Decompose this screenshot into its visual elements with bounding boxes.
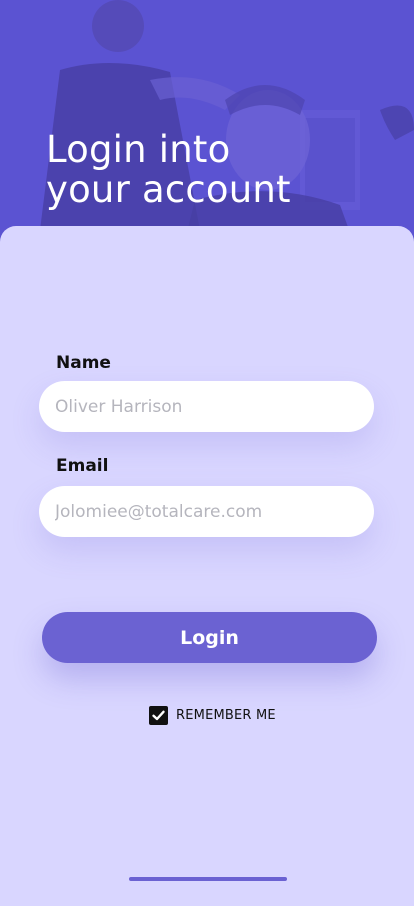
- page-title-line2: your account: [46, 168, 291, 211]
- home-indicator: [129, 877, 287, 881]
- checkmark-icon: [152, 710, 165, 721]
- remember-me[interactable]: REMEMBER ME: [149, 706, 276, 725]
- page-title-line1: Login into: [46, 128, 231, 171]
- name-input[interactable]: [39, 381, 374, 432]
- remember-me-checkbox[interactable]: [149, 706, 168, 725]
- email-input[interactable]: [39, 486, 374, 537]
- email-label: Email: [56, 456, 109, 476]
- login-card: Name Email Login REMEMBER ME: [0, 226, 414, 906]
- name-field-wrapper: [39, 381, 374, 432]
- email-field-wrapper: [39, 486, 374, 537]
- name-label: Name: [56, 353, 111, 373]
- remember-me-label: REMEMBER ME: [176, 708, 276, 723]
- page-title: Login into your account: [46, 130, 291, 210]
- hero-banner: Login into your account: [0, 0, 414, 260]
- login-button[interactable]: Login: [42, 612, 377, 663]
